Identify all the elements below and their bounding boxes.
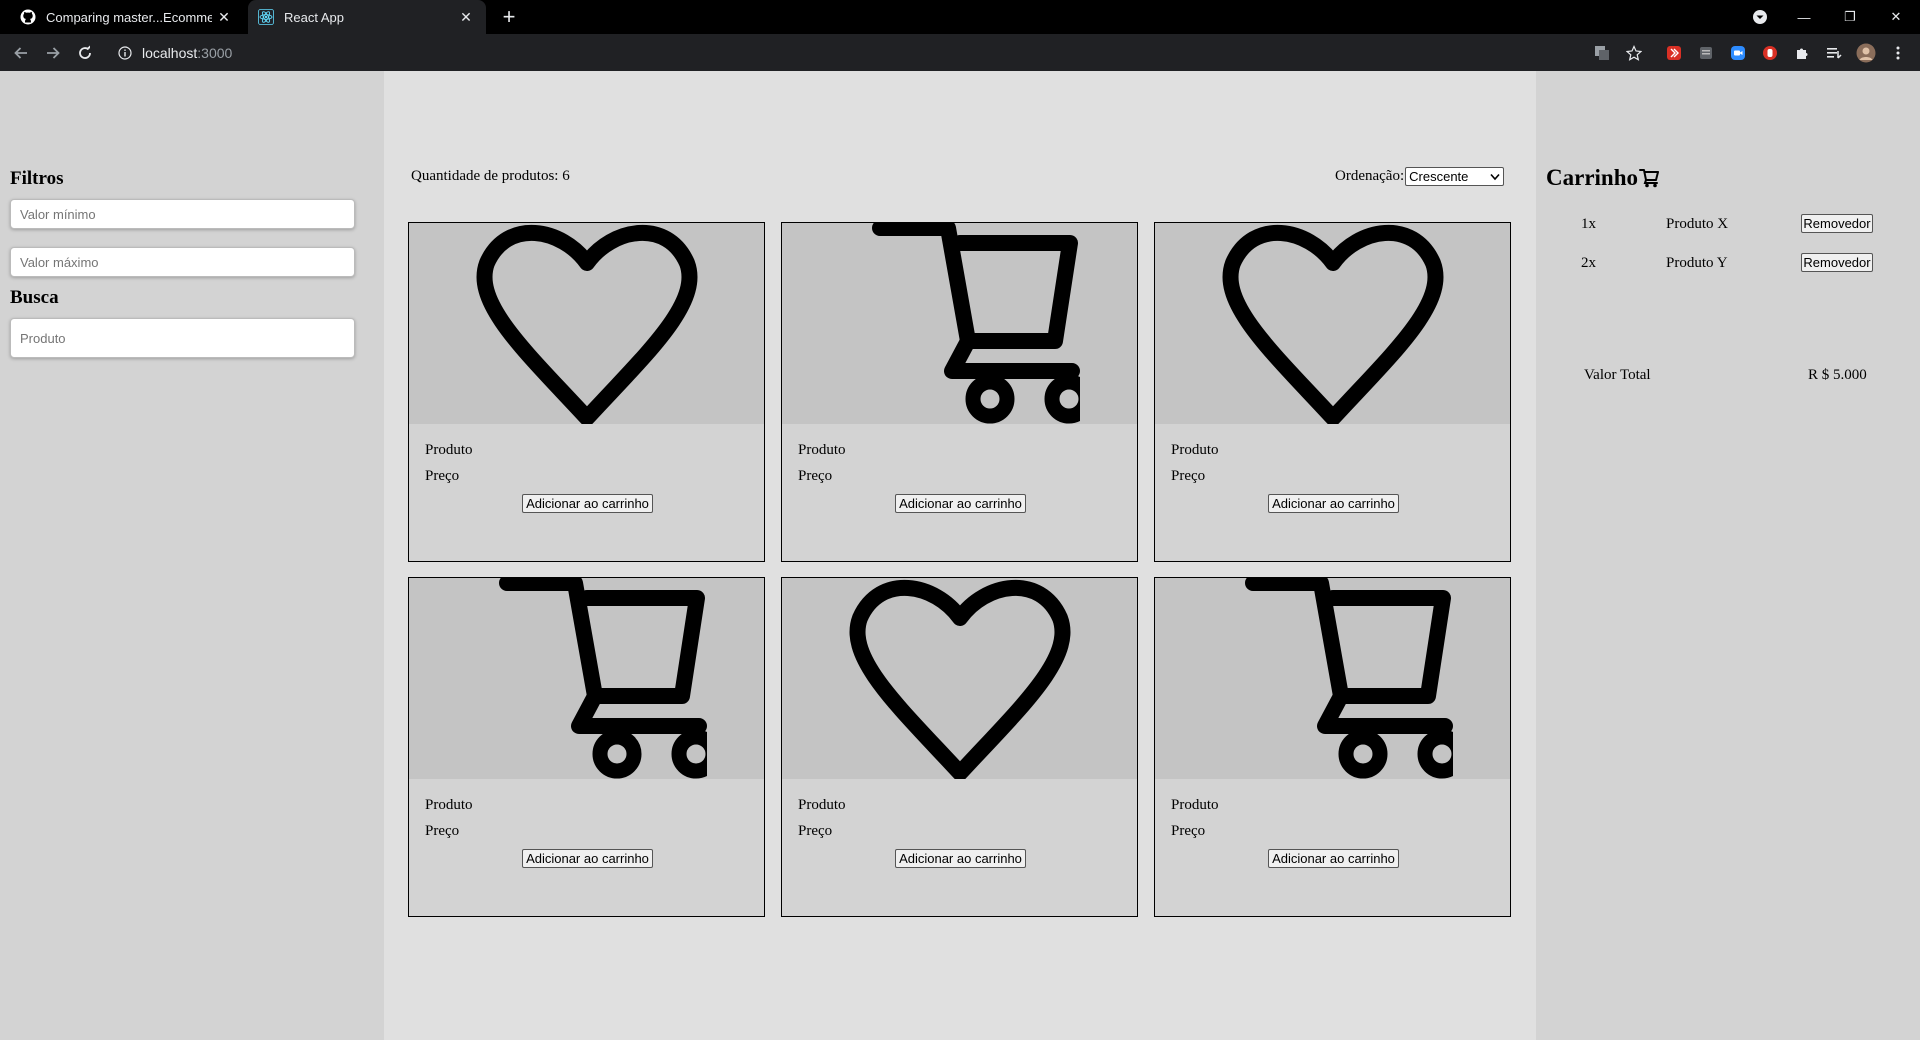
address-bar[interactable]: localhost:3000 <box>108 38 1606 67</box>
minimize-button[interactable]: — <box>1790 0 1818 34</box>
add-to-cart-button[interactable]: Adicionar ao carrinho <box>1268 494 1399 513</box>
max-value-input[interactable] <box>10 247 355 277</box>
product-image <box>782 223 1137 424</box>
total-label: Valor Total <box>1584 367 1651 383</box>
info-icon <box>118 45 132 60</box>
cart-item: 2x Produto Y Removedor <box>1536 253 1920 275</box>
product-price: Preço <box>425 823 460 839</box>
restore-button[interactable]: ❐ <box>1836 0 1864 34</box>
search-input[interactable] <box>10 318 355 358</box>
product-image <box>409 578 764 779</box>
add-to-cart-button[interactable]: Adicionar ao carrinho <box>895 849 1026 868</box>
product-price: Preço <box>425 468 460 484</box>
product-price: Preço <box>798 823 833 839</box>
cart-icon <box>498 578 707 779</box>
product-price: Preço <box>1171 468 1206 484</box>
tab-title: Comparing master...Ecommerce- <box>46 9 212 25</box>
forward-button[interactable] <box>40 40 66 66</box>
extension-hand-icon[interactable] <box>1760 43 1780 63</box>
total-value: R $ 5.000 <box>1808 367 1867 383</box>
product-name: Produto <box>1171 797 1219 813</box>
reload-icon <box>79 45 91 59</box>
product-name: Produto <box>425 797 473 813</box>
avatar[interactable] <box>1856 43 1876 63</box>
cart-icon <box>1639 169 1659 188</box>
remove-button[interactable]: Removedor <box>1801 214 1873 233</box>
browser-menu-icon[interactable] <box>1888 43 1908 63</box>
cart-title-text: Carrinho <box>1546 165 1638 190</box>
cart-item-qty: 2x <box>1581 255 1596 271</box>
tab-title: React App <box>284 9 344 25</box>
add-to-cart-button[interactable]: Adicionar ao carrinho <box>522 849 653 868</box>
product-card: Produto Preço Adicionar ao carrinho <box>781 577 1138 917</box>
heart-icon <box>849 579 1070 779</box>
tab-react-app[interactable]: React App ✕ <box>248 0 486 34</box>
product-price: Preço <box>798 468 833 484</box>
search-title: Busca <box>10 287 59 308</box>
product-card: Produto Preço Adicionar ao carrinho <box>1154 222 1511 562</box>
reload-button[interactable] <box>72 40 98 66</box>
translate-icon[interactable] <box>1592 43 1612 63</box>
order-select[interactable]: Crescente <box>1405 167 1505 186</box>
tab-github-compare[interactable]: Comparing master...Ecommerce- ✕ <box>0 0 244 34</box>
close-window-button[interactable]: ✕ <box>1882 0 1910 34</box>
cart-item: 1x Produto X Removedor <box>1536 214 1920 236</box>
close-tab-icon[interactable]: ✕ <box>454 9 478 26</box>
close-tab-icon[interactable]: ✕ <box>212 9 236 26</box>
product-name: Produto <box>425 442 473 458</box>
arrow-left-icon <box>14 47 27 59</box>
product-count: Quantidade de produtos: 6 <box>411 168 570 184</box>
profile-menu-icon[interactable] <box>1746 0 1774 34</box>
heart-icon <box>476 224 697 424</box>
remove-button[interactable]: Removedor <box>1801 253 1873 272</box>
min-value-input[interactable] <box>10 199 355 229</box>
cart-icon <box>1244 578 1453 779</box>
url-host: localhost <box>142 44 198 61</box>
reading-list-icon[interactable] <box>1824 43 1844 63</box>
heart-icon <box>1222 224 1443 424</box>
page: Filtros Busca Quantidade de produtos: 6 … <box>0 71 1920 1040</box>
product-image <box>1155 223 1510 424</box>
new-tab-button[interactable]: + <box>496 4 522 30</box>
product-card: Produto Preço Adicionar ao carrinho <box>408 222 765 562</box>
extension-zoom-icon[interactable] <box>1728 43 1748 63</box>
product-image <box>1155 578 1510 779</box>
cart-item-name: Produto Y <box>1666 255 1728 271</box>
browser-tabstrip: Comparing master...Ecommerce- ✕ React Ap… <box>0 0 1920 34</box>
browser-toolbar: localhost:3000 <box>0 34 1920 71</box>
add-to-cart-button[interactable]: Adicionar ao carrinho <box>895 494 1026 513</box>
add-to-cart-button[interactable]: Adicionar ao carrinho <box>1268 849 1399 868</box>
product-name: Produto <box>798 442 846 458</box>
chevron-down-icon <box>1490 173 1500 180</box>
filters-title: Filtros <box>10 168 64 189</box>
cart-item-name: Produto X <box>1666 216 1729 232</box>
back-button[interactable] <box>8 40 34 66</box>
cart-item-qty: 1x <box>1581 216 1596 232</box>
bookmark-star-icon[interactable] <box>1624 43 1644 63</box>
order-value: Crescente <box>1409 169 1469 184</box>
url-port: :3000 <box>197 44 233 61</box>
product-name: Produto <box>798 797 846 813</box>
product-price: Preço <box>1171 823 1206 839</box>
order-label: Ordenação: <box>1335 168 1405 184</box>
add-to-cart-button[interactable]: Adicionar ao carrinho <box>522 494 653 513</box>
product-name: Produto <box>1171 442 1219 458</box>
order-control: Ordenação: Crescente <box>1335 167 1505 186</box>
product-image <box>409 223 764 424</box>
cart-title: Carrinho <box>1546 165 1661 191</box>
cart-icon <box>871 223 1080 424</box>
filters-panel: Filtros Busca <box>0 71 384 1040</box>
extension-grey-icon[interactable] <box>1696 43 1716 63</box>
products-panel: Quantidade de produtos: 6 Ordenação: Cre… <box>384 71 1536 1040</box>
arrow-right-icon <box>47 47 60 59</box>
cart-panel: Carrinho 1x Produto X Removedor 2x Produ… <box>1536 71 1920 1040</box>
react-icon <box>258 9 274 25</box>
product-card: Produto Preço Adicionar ao carrinho <box>1154 577 1511 917</box>
extension-red-icon[interactable] <box>1664 43 1684 63</box>
product-card: Produto Preço Adicionar ao carrinho <box>408 577 765 917</box>
extensions-puzzle-icon[interactable] <box>1792 43 1812 63</box>
product-card: Produto Preço Adicionar ao carrinho <box>781 222 1138 562</box>
product-image <box>782 578 1137 779</box>
github-icon <box>20 9 36 25</box>
